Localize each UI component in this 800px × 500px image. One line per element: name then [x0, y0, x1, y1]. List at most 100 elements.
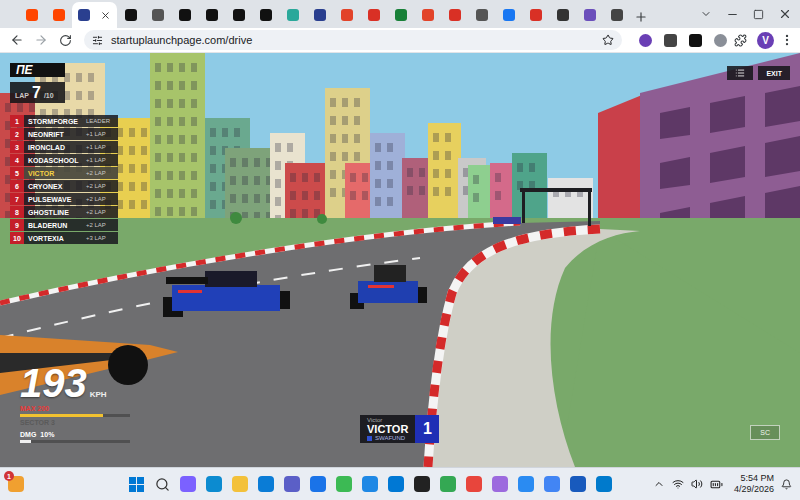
browser-tab[interactable]	[468, 2, 495, 28]
taskbar-item[interactable]	[232, 476, 248, 492]
taskbar-item[interactable]	[180, 476, 196, 492]
game-logo: ΠE	[10, 63, 65, 77]
favicon-icon	[530, 9, 542, 21]
speedometer: 193KPH	[20, 363, 130, 403]
browser-tab[interactable]	[18, 2, 45, 28]
standing-row: 7PULSEWAVE+2 LAP	[10, 193, 118, 205]
new-tab-button[interactable]	[630, 6, 652, 28]
browser-tab[interactable]	[171, 2, 198, 28]
menu-button[interactable]	[727, 66, 753, 80]
taskbar-item[interactable]: 1	[8, 476, 24, 492]
browser-tab[interactable]	[306, 2, 333, 28]
notification-icon[interactable]	[781, 479, 792, 490]
taskbar-item[interactable]	[518, 476, 534, 492]
browser-tab[interactable]	[144, 2, 171, 28]
lap-label: LAP	[15, 92, 29, 99]
hud-controls: EXIT	[727, 66, 790, 80]
close-icon[interactable]	[100, 10, 111, 21]
wifi-icon[interactable]	[672, 478, 684, 490]
taskbar-item[interactable]	[414, 476, 430, 492]
car	[350, 265, 427, 309]
taskbar-item[interactable]	[466, 476, 482, 492]
browser-tab[interactable]	[414, 2, 441, 28]
tabs	[18, 0, 630, 28]
profile-avatar[interactable]: V	[757, 32, 774, 49]
player-team: SWAFUND	[367, 435, 408, 441]
extension-icon[interactable]	[639, 34, 652, 47]
taskbar-item[interactable]	[570, 476, 586, 492]
game-view[interactable]: ΠELAP7/101STORMFORGELEADER2NEONRIFT+1 LA…	[0, 53, 800, 467]
battery-icon[interactable]	[710, 478, 723, 491]
extension-icon[interactable]	[689, 34, 702, 47]
building	[428, 123, 461, 233]
browser-tab[interactable]	[333, 2, 360, 28]
browser-tab[interactable]	[441, 2, 468, 28]
taskbar-item[interactable]	[258, 476, 274, 492]
taskbar-item[interactable]	[206, 476, 222, 492]
browser-tab[interactable]	[279, 2, 306, 28]
corner-badge: SC	[750, 425, 780, 440]
browser-tab[interactable]	[225, 2, 252, 28]
browser-tab[interactable]	[72, 2, 117, 28]
menu-icon[interactable]	[780, 33, 794, 47]
position-badge: 10	[10, 232, 24, 244]
taskbar-item[interactable]	[596, 476, 612, 492]
bookmark-star-icon[interactable]	[602, 34, 614, 46]
taskbar-item[interactable]	[492, 476, 508, 492]
browser-tab[interactable]	[549, 2, 576, 28]
taskbar-item[interactable]	[310, 476, 326, 492]
browser-tab[interactable]	[576, 2, 603, 28]
gap: +1 LAP	[86, 131, 118, 137]
taskbar-item[interactable]	[154, 476, 170, 492]
browser-tab[interactable]	[495, 2, 522, 28]
taskbar-apps	[118, 476, 653, 492]
reload-button[interactable]	[54, 29, 76, 51]
standing-row: 10VORTEXIA+3 LAP	[10, 232, 118, 244]
url-field[interactable]: startuplaunchpage.com/drive	[84, 30, 622, 50]
maximize-icon[interactable]	[753, 9, 764, 20]
browser-tab[interactable]	[117, 2, 144, 28]
app-icon	[596, 476, 612, 492]
taskbar-item[interactable]	[336, 476, 352, 492]
standing-row: 3IRONCLAD+1 LAP	[10, 141, 118, 153]
back-button[interactable]	[6, 29, 28, 51]
browser-tab[interactable]	[522, 2, 549, 28]
volume-icon[interactable]	[691, 478, 703, 490]
browser-tab[interactable]	[603, 2, 630, 28]
app-icon	[518, 476, 534, 492]
app-icon	[310, 476, 326, 492]
player-card: VictorVICTORSWAFUND1	[360, 415, 439, 443]
taskbar-item[interactable]	[440, 476, 456, 492]
position-badge: 6	[10, 180, 24, 192]
taskbar-item[interactable]	[362, 476, 378, 492]
extensions-puzzle-icon[interactable]	[734, 34, 747, 47]
browser-tab[interactable]	[45, 2, 72, 28]
standing-row: 2NEONRIFT+1 LAP	[10, 128, 118, 140]
minimize-icon[interactable]	[726, 8, 739, 21]
tab-search-icon[interactable]	[700, 8, 712, 20]
driver-name: GHOSTLINE	[24, 209, 86, 216]
race-scene	[0, 53, 800, 467]
damage-bar-fill	[20, 440, 31, 443]
taskbar-item[interactable]	[128, 476, 144, 492]
browser-tab[interactable]	[198, 2, 225, 28]
browser-tab[interactable]	[252, 2, 279, 28]
extension-icon[interactable]	[714, 34, 727, 47]
driver-name: KODASCHOOL	[24, 157, 86, 164]
browser-tab[interactable]	[360, 2, 387, 28]
clock[interactable]: 5:54 PM4/29/2026	[734, 473, 774, 495]
taskbar-item[interactable]	[284, 476, 300, 492]
browser-tab[interactable]	[387, 2, 414, 28]
notification-badge: 1	[4, 471, 14, 481]
chevron-up-icon[interactable]	[653, 478, 665, 490]
extension-icon[interactable]	[664, 34, 677, 47]
exit-button[interactable]: EXIT	[758, 66, 790, 80]
site-info-icon[interactable]	[92, 35, 103, 46]
taskbar-item[interactable]	[388, 476, 404, 492]
gap: +2 LAP	[86, 196, 118, 202]
taskbar-item[interactable]	[544, 476, 560, 492]
close-window-icon[interactable]	[778, 7, 792, 21]
favicon-icon	[260, 9, 272, 21]
favicon-icon	[611, 9, 623, 21]
forward-button[interactable]	[30, 29, 52, 51]
